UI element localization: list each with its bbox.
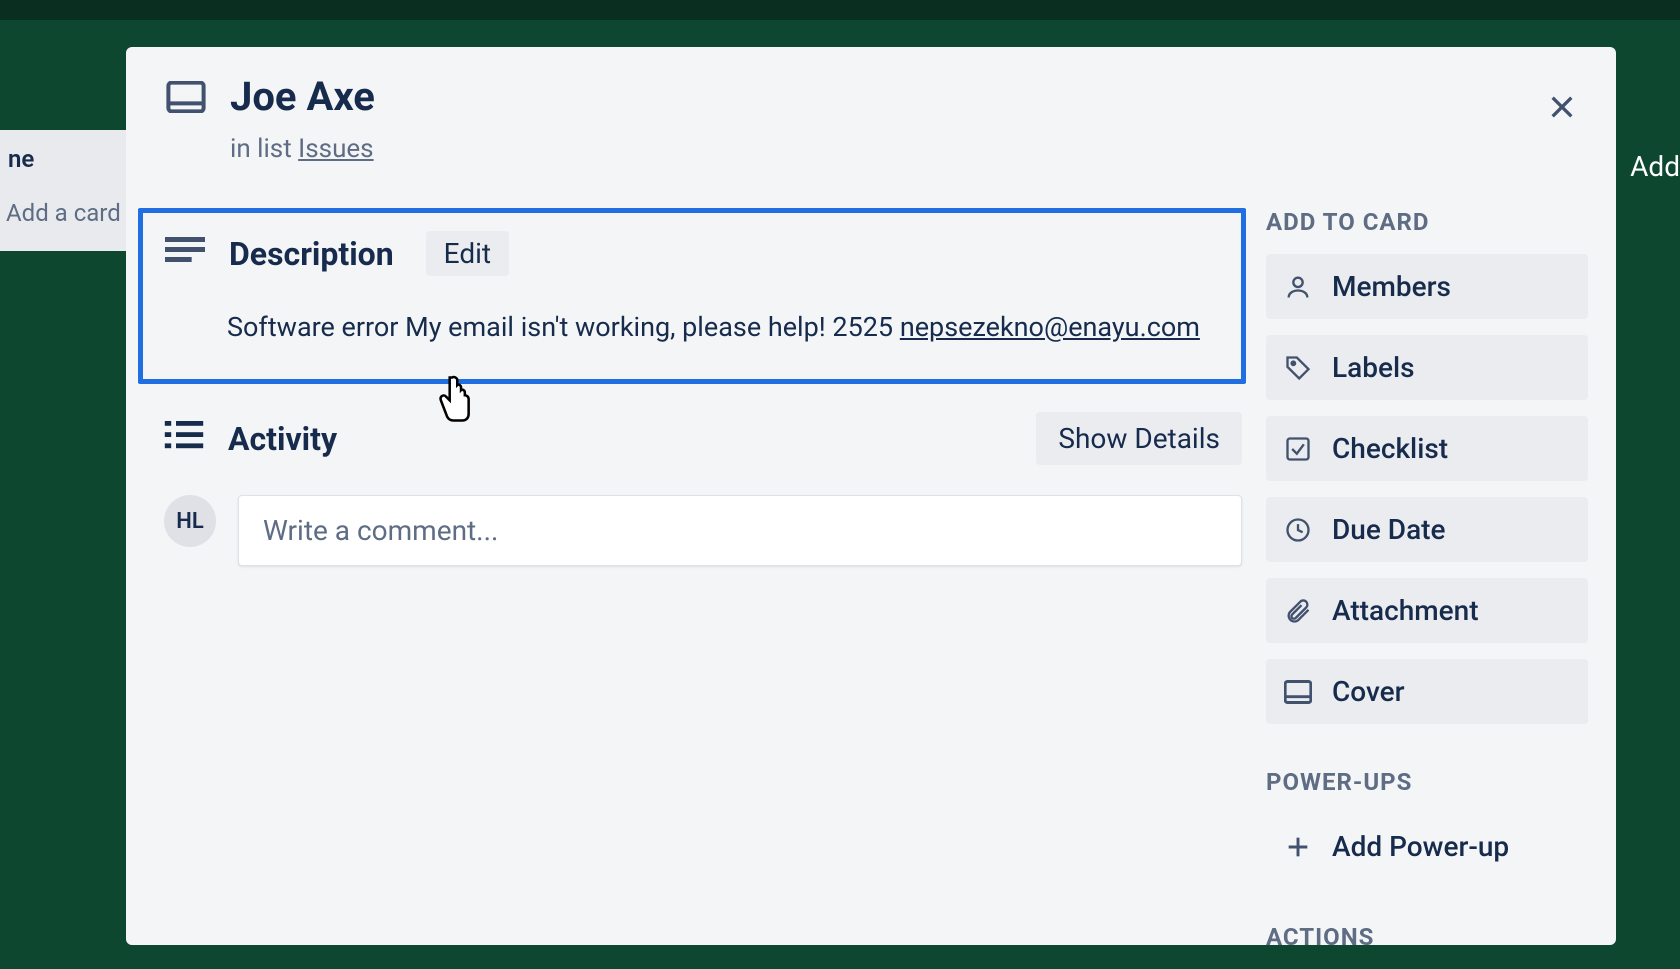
members-label: Members — [1332, 270, 1451, 303]
due-date-button[interactable]: Due Date — [1266, 497, 1588, 562]
description-heading: Description — [229, 235, 394, 273]
members-button[interactable]: Members — [1266, 254, 1588, 319]
attachment-button[interactable]: Attachment — [1266, 578, 1588, 643]
plus-icon — [1284, 833, 1312, 861]
comment-row: HL Write a comment... — [138, 495, 1246, 566]
close-icon — [1546, 91, 1578, 123]
add-card-link[interactable]: Add a card — [0, 199, 138, 227]
card-modal: Joe Axe in list Issues Description Edit … — [126, 47, 1616, 945]
tag-icon — [1284, 354, 1312, 382]
inlist-prefix: in list — [230, 134, 298, 164]
close-button[interactable] — [1538, 83, 1586, 131]
add-to-card-heading: ADD TO CARD — [1266, 208, 1588, 236]
due-date-label: Due Date — [1332, 513, 1446, 546]
labels-button[interactable]: Labels — [1266, 335, 1588, 400]
edit-description-button[interactable]: Edit — [426, 231, 509, 276]
activity-heading: Activity — [228, 420, 1012, 458]
card-icon — [166, 81, 206, 117]
app-header — [0, 0, 1680, 20]
labels-label: Labels — [1332, 351, 1415, 384]
avatar[interactable]: HL — [164, 495, 216, 547]
powerups-heading: POWER-UPS — [1266, 768, 1588, 796]
add-powerup-button[interactable]: Add Power-up — [1266, 814, 1588, 879]
activity-section-header: Activity Show Details — [138, 412, 1246, 465]
description-email-link[interactable]: nepsezekno@enayu.com — [900, 311, 1200, 343]
cover-icon — [1284, 680, 1312, 704]
activity-icon — [164, 421, 204, 457]
description-section: Description Edit Software error My email… — [138, 208, 1246, 384]
sidebar: ADD TO CARD Members Labels Checklist Due… — [1266, 208, 1616, 969]
add-list-right[interactable]: Add — [1630, 150, 1680, 183]
list-title: ne — [0, 145, 138, 199]
checklist-label: Checklist — [1332, 432, 1448, 465]
attachment-icon — [1284, 597, 1312, 625]
card-header: Joe Axe in list Issues — [126, 71, 1616, 164]
clock-icon — [1284, 516, 1312, 544]
comment-input[interactable]: Write a comment... — [238, 495, 1242, 566]
description-icon — [165, 237, 205, 271]
attachment-label: Attachment — [1332, 594, 1479, 627]
description-text[interactable]: Software error My email isn't working, p… — [227, 310, 1219, 345]
checklist-button[interactable]: Checklist — [1266, 416, 1588, 481]
user-icon — [1284, 273, 1312, 301]
actions-heading: ACTIONS — [1266, 923, 1588, 951]
card-subtitle: in list Issues — [230, 134, 375, 164]
checklist-icon — [1284, 435, 1312, 463]
description-body-text: Software error My email isn't working, p… — [227, 311, 900, 343]
show-details-button[interactable]: Show Details — [1036, 412, 1242, 465]
add-powerup-label: Add Power-up — [1332, 830, 1509, 863]
list-link[interactable]: Issues — [298, 134, 373, 164]
cover-label: Cover — [1332, 675, 1405, 708]
card-title[interactable]: Joe Axe — [230, 73, 375, 120]
main-column: Description Edit Software error My email… — [126, 208, 1266, 969]
cover-button[interactable]: Cover — [1266, 659, 1588, 724]
